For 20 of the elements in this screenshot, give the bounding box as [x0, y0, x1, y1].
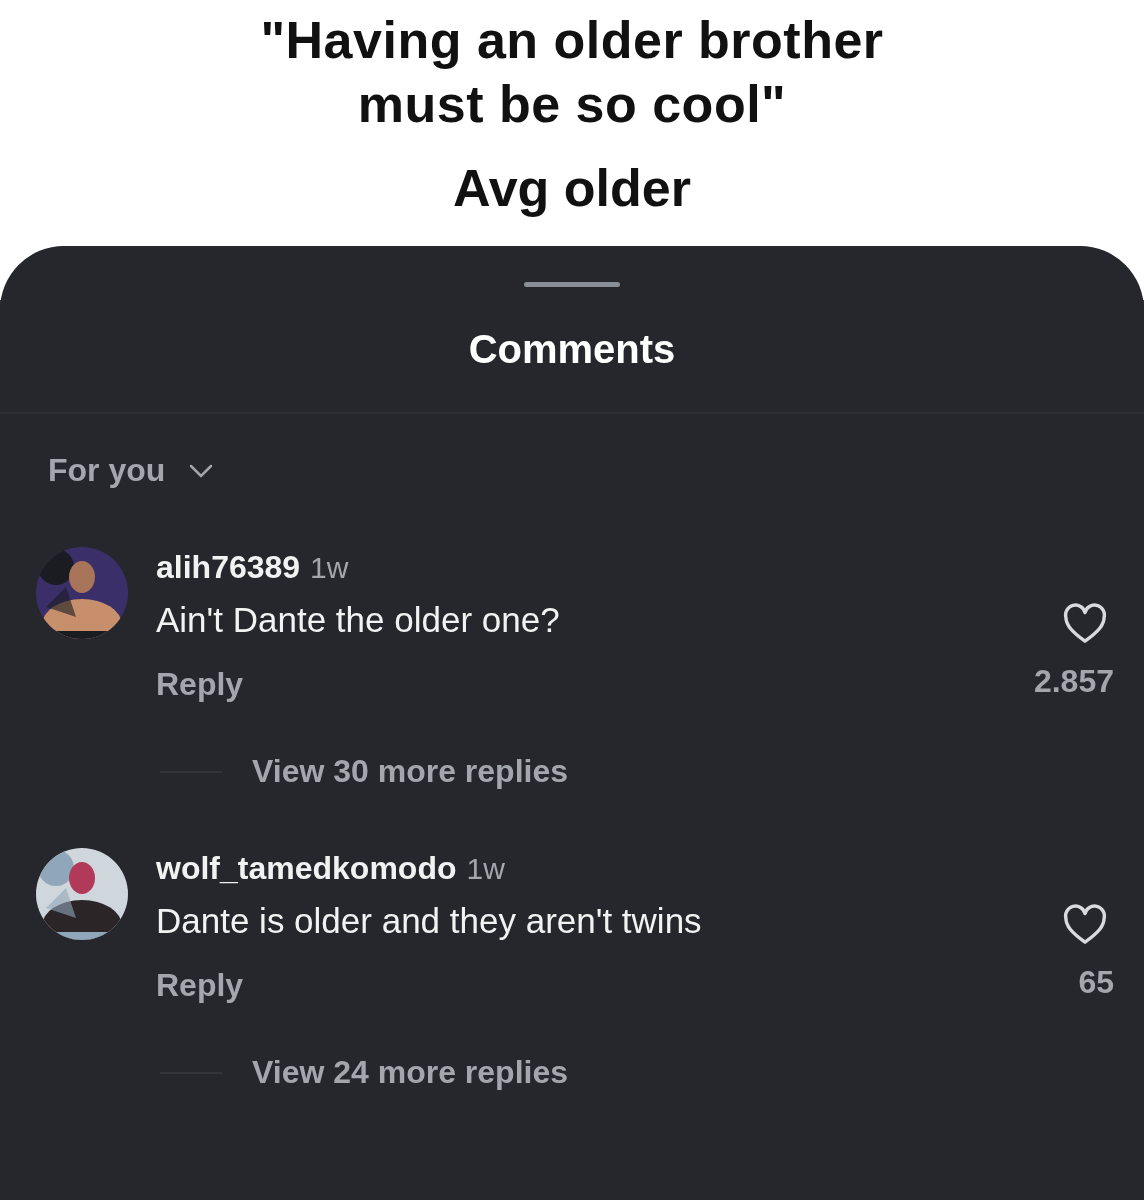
- sheet-title: Comments: [468, 327, 676, 372]
- like-count: 65: [1078, 964, 1114, 1001]
- reply-button[interactable]: Reply: [156, 666, 244, 703]
- meme-caption: "Having an older brother must be so cool": [259, 10, 885, 135]
- comment-time: 1w: [310, 551, 349, 585]
- username[interactable]: wolf_tamedkomodo: [156, 850, 457, 887]
- comment-text: Dante is older and they aren't twins: [156, 901, 702, 941]
- like-button[interactable]: [1062, 603, 1108, 645]
- drag-handle[interactable]: [524, 282, 620, 287]
- username[interactable]: alih76389: [156, 549, 301, 586]
- sort-dropdown[interactable]: For you: [48, 452, 214, 489]
- comment-text: Ain't Dante the older one?: [156, 600, 560, 640]
- view-replies-button[interactable]: View 24 more replies: [252, 1054, 569, 1091]
- like-count: 2.857: [1033, 663, 1114, 700]
- meme-subcaption: Avg older: [453, 158, 691, 219]
- view-replies-button[interactable]: View 30 more replies: [252, 753, 569, 790]
- reply-button[interactable]: Reply: [156, 967, 244, 1004]
- chevron-down-icon: [189, 463, 214, 478]
- like-button[interactable]: [1062, 904, 1108, 946]
- comment-time: 1w: [466, 852, 505, 886]
